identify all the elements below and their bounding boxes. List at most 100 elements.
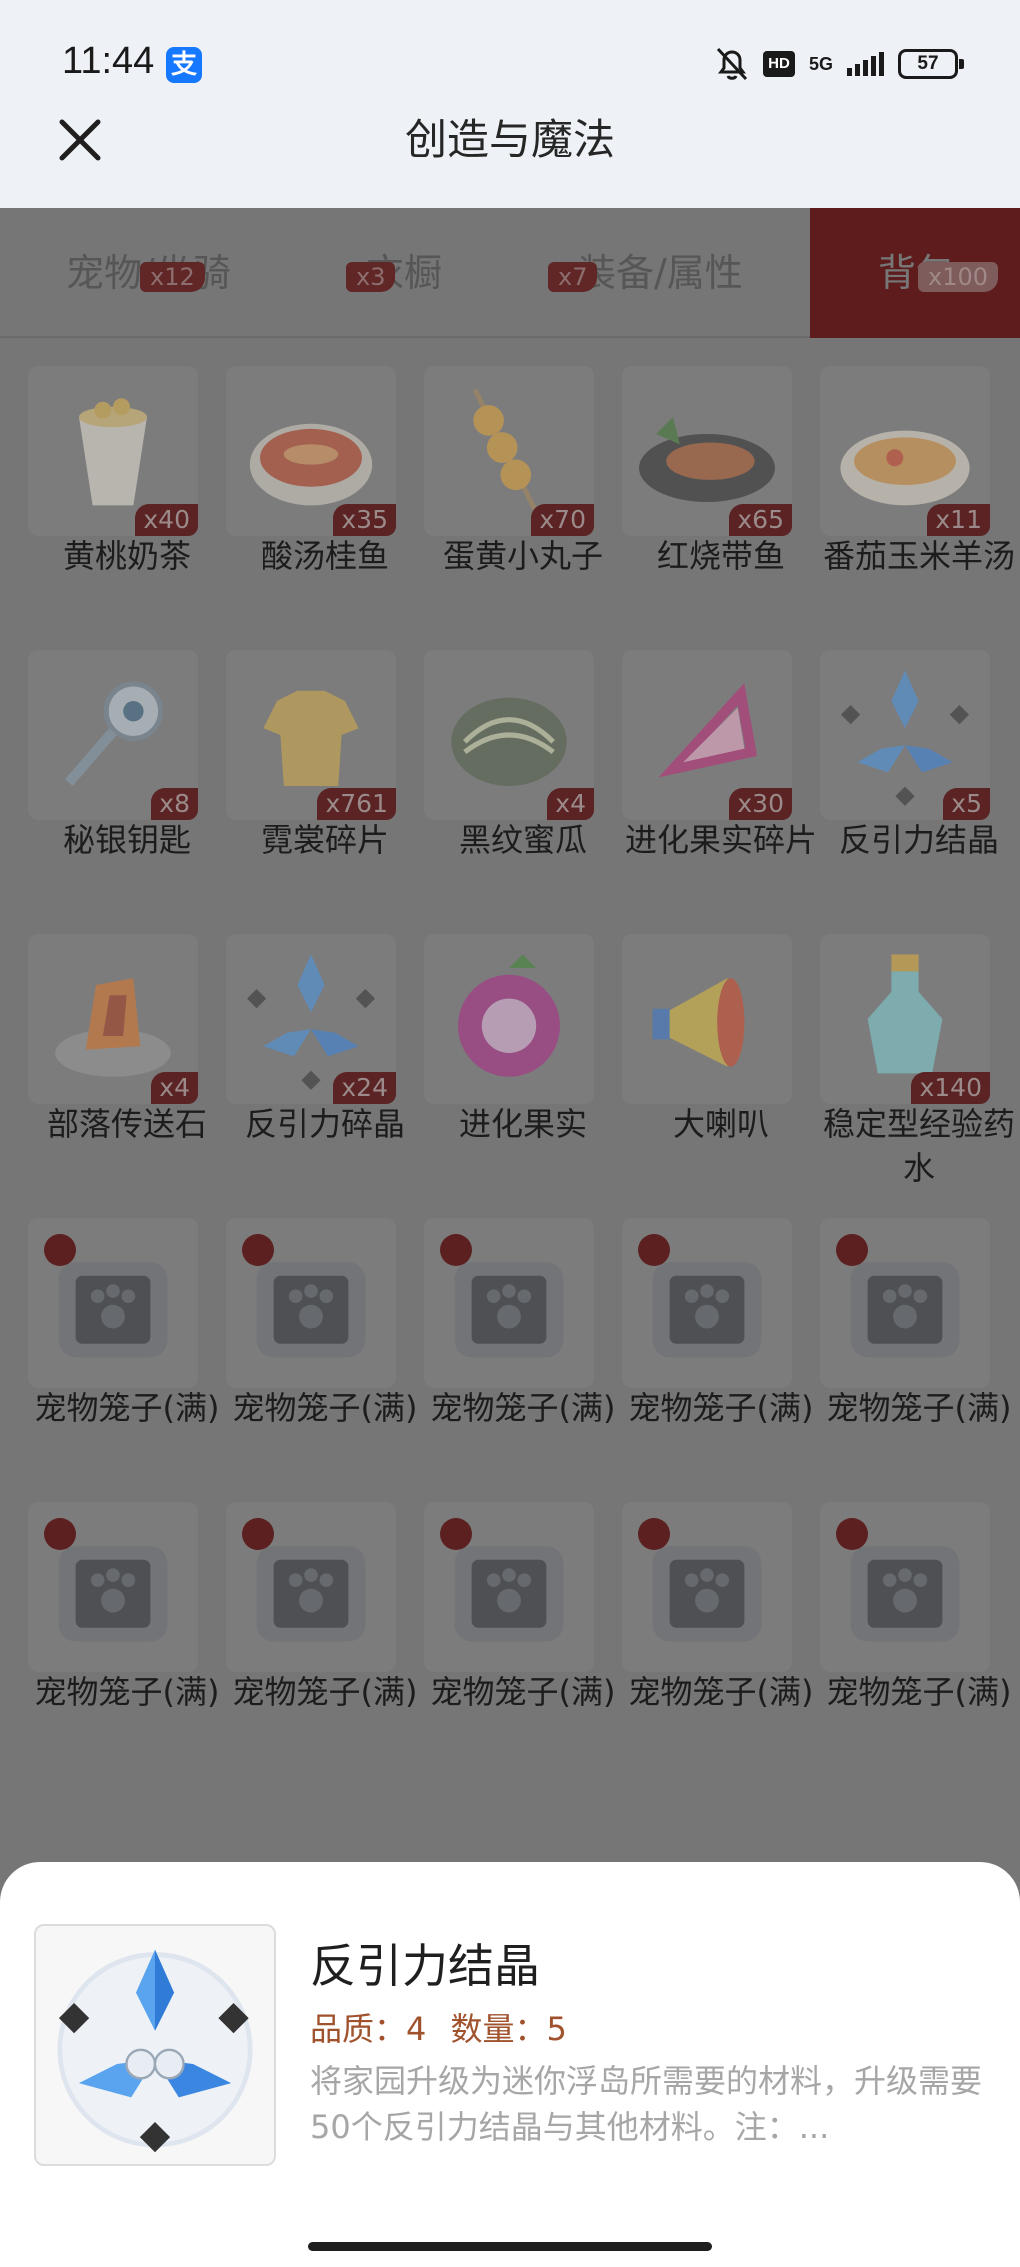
tab-equipment[interactable]: 装备/属性 x7: [548, 208, 743, 338]
inventory-item[interactable]: x70 蛋黄小丸子: [424, 366, 622, 626]
item-name: 霓裳碎片: [260, 821, 389, 859]
inventory-item[interactable]: 宠物笼子(满): [820, 1218, 1018, 1478]
inventory-item[interactable]: 宠物笼子(满): [424, 1218, 622, 1478]
inventory-item[interactable]: 大喇叭: [622, 934, 820, 1194]
close-button[interactable]: [50, 110, 110, 170]
paw-tag-icon: [44, 1234, 76, 1266]
detail-quantity: 数量：5: [450, 2010, 567, 2048]
item-count-badge: x24: [333, 1072, 396, 1104]
item-card: [424, 934, 594, 1104]
item-name: 红烧带鱼: [656, 537, 785, 575]
inventory-item[interactable]: 宠物笼子(满): [622, 1218, 820, 1478]
item-card: [28, 1502, 198, 1672]
item-count-badge: x30: [729, 788, 792, 820]
paw-tag-icon: [638, 1234, 670, 1266]
inventory-item[interactable]: 宠物笼子(满): [424, 1502, 622, 1762]
item-name: 部落传送石: [46, 1105, 207, 1143]
tab-count-badge: x3: [346, 262, 396, 292]
alipay-icon: 支: [166, 47, 202, 83]
inventory-item[interactable]: 进化果实: [424, 934, 622, 1194]
tab-pets-mounts[interactable]: 宠物/坐骑 x12: [66, 208, 231, 338]
berry-icon: [458, 954, 560, 1077]
detail-thumbnail: [34, 1924, 276, 2166]
item-name: 宠物笼子(满): [34, 1673, 220, 1711]
item-name: 宠物笼子(满): [826, 1389, 1012, 1427]
inventory-item[interactable]: 宠物笼子(满): [226, 1502, 424, 1762]
item-card: x40: [28, 366, 198, 536]
item-count-badge: x35: [333, 504, 396, 536]
item-count-badge: x5: [943, 788, 990, 820]
home-indicator[interactable]: [308, 2242, 712, 2251]
item-card: [820, 1502, 990, 1672]
inventory-item[interactable]: 宠物笼子(满): [622, 1502, 820, 1762]
paw-tag-icon: [440, 1234, 472, 1266]
bell-muted-icon: [716, 47, 748, 81]
item-name: 黑纹蜜瓜: [458, 821, 587, 859]
item-name: 蛋黄小丸子: [442, 537, 603, 575]
tab-count-badge: x100: [918, 262, 999, 292]
crystal-icon: [57, 1949, 253, 2153]
item-card: [820, 1218, 990, 1388]
item-name: 反引力结晶: [838, 821, 999, 859]
item-name: 酸汤桂鱼: [260, 537, 389, 575]
item-name: 宠物笼子(满): [430, 1389, 616, 1427]
inventory-item[interactable]: x140 稳定型经验药水: [820, 934, 1018, 1194]
paw-tag-icon: [440, 1518, 472, 1550]
inventory-item[interactable]: x35 酸汤桂鱼: [226, 366, 424, 626]
tab-backpack[interactable]: 背包 x100: [810, 208, 1020, 338]
inventory-item[interactable]: 宠物笼子(满): [28, 1502, 226, 1762]
signal-icon: [847, 52, 884, 76]
item-name: 宠物笼子(满): [430, 1673, 616, 1711]
page-title: 创造与魔法: [404, 115, 615, 164]
tab-label: 装备/属性: [578, 251, 743, 295]
inventory-item[interactable]: x30 进化果实碎片: [622, 650, 820, 910]
item-count-badge: x140: [911, 1072, 990, 1104]
item-count-badge: x65: [729, 504, 792, 536]
item-card: x8: [28, 650, 198, 820]
item-count-badge: x4: [151, 1072, 198, 1104]
inventory-item[interactable]: x4 部落传送石: [28, 934, 226, 1194]
inventory-item[interactable]: 宠物笼子(满): [28, 1218, 226, 1478]
item-card: x70: [424, 366, 594, 536]
item-name: 宠物笼子(满): [628, 1673, 814, 1711]
inventory-item[interactable]: x5 反引力结晶: [820, 650, 1018, 910]
tab-wardrobe[interactable]: 衣橱 x3: [346, 208, 442, 338]
item-name: 进化果实: [458, 1105, 587, 1143]
item-name: 大喇叭: [672, 1105, 769, 1143]
inventory-item[interactable]: x8 秘银钥匙: [28, 650, 226, 910]
inventory-item[interactable]: x4 黑纹蜜瓜: [424, 650, 622, 910]
megaphone-icon: [652, 978, 745, 1067]
item-card: x5: [820, 650, 990, 820]
hd-badge: HD: [762, 51, 795, 77]
detail-quality: 品质：4: [310, 2010, 427, 2048]
inventory-item[interactable]: 宠物笼子(满): [226, 1218, 424, 1478]
item-name: 黄桃奶茶: [62, 537, 191, 575]
inventory-item[interactable]: x40 黄桃奶茶: [28, 366, 226, 626]
item-card: [226, 1502, 396, 1672]
item-name: 反引力碎晶: [244, 1105, 405, 1143]
item-count-badge: x761: [317, 788, 396, 820]
nav-bar: 创造与魔法: [0, 110, 1020, 210]
item-name: 进化果实碎片: [624, 821, 817, 859]
tab-count-badge: x12: [140, 262, 205, 292]
inventory-item[interactable]: x761 霓裳碎片: [226, 650, 424, 910]
item-card: [424, 1502, 594, 1672]
item-name: 番茄玉米羊汤: [822, 537, 1015, 575]
tab-count-badge: x7: [548, 262, 598, 292]
item-card: x35: [226, 366, 396, 536]
inventory-item[interactable]: x65 红烧带鱼: [622, 366, 820, 626]
item-count-badge: x11: [927, 504, 990, 536]
item-count-badge: x4: [547, 788, 594, 820]
network-type: 5G: [808, 54, 833, 74]
item-card: x140: [820, 934, 990, 1104]
detail-description: 将家园升级为迷你浮岛所需要的材料，升级需要50个反引力结晶与其他材料。注：...: [310, 2062, 983, 2146]
detail-title: 反引力结晶: [310, 1939, 540, 1993]
item-name: 宠物笼子(满): [232, 1389, 418, 1427]
inventory-item[interactable]: x11 番茄玉米羊汤: [820, 366, 1018, 626]
category-tabs: 宠物/坐骑 x12 衣橱 x3 装备/属性 x7 背包 x100: [0, 208, 1020, 338]
battery-icon: 57: [898, 49, 964, 79]
inventory-item[interactable]: x24 反引力碎晶: [226, 934, 424, 1194]
item-name: 稳定型经验药水: [822, 1105, 1015, 1187]
item-name: 宠物笼子(满): [628, 1389, 814, 1427]
inventory-item[interactable]: 宠物笼子(满): [820, 1502, 1018, 1762]
